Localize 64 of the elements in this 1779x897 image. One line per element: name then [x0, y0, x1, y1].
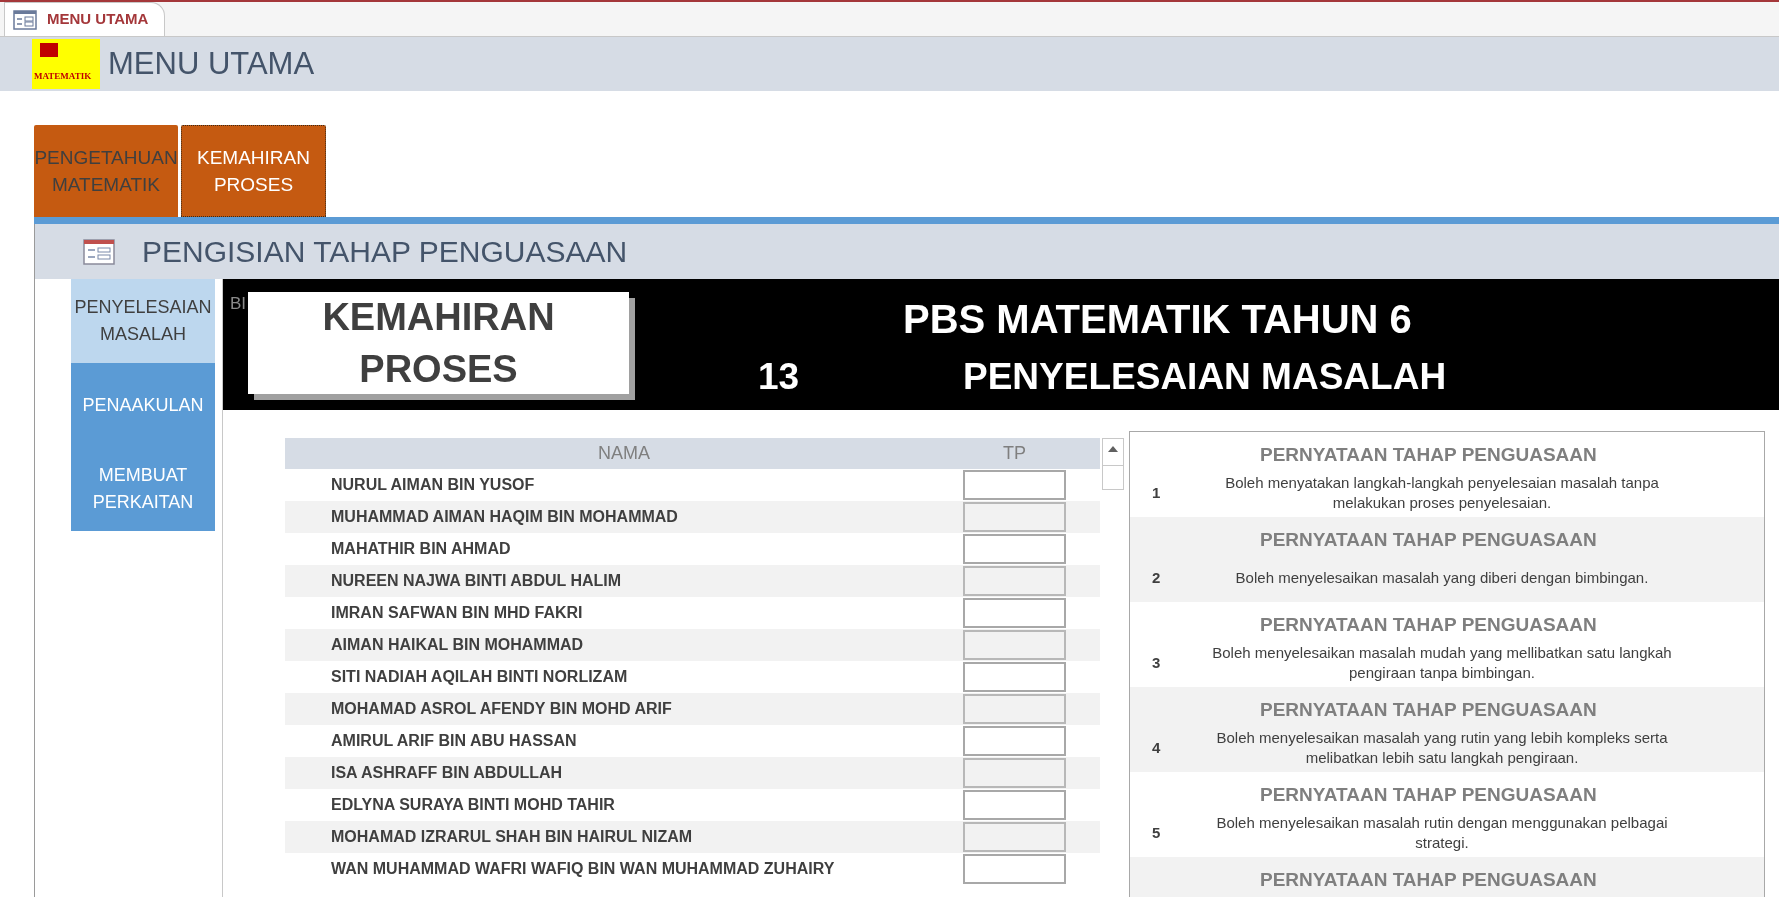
student-name: MUHAMMAD AIMAN HAQIM BIN MOHAMMAD — [331, 507, 679, 527]
statement-text: Boleh menyelesaikan masalah mudah yang mellibatkan satu langkah pengiraan tanpa bimbingan. — [1211, 643, 1673, 684]
statement-heading: PERNYATAAN TAHAP PENGUASAAN — [1260, 443, 1598, 467]
tp-input-field[interactable] — [963, 534, 1066, 564]
student-name: IMRAN SAFWAN BIN MHD FAKRI — [331, 603, 584, 623]
tp-input-field[interactable] — [963, 694, 1066, 724]
card-title: KEMAHIRAN PROSES — [321, 295, 556, 392]
student-name: EDLYNA SURAYA BINTI MOHD TAHIR — [331, 795, 616, 815]
level-number: 2 — [1152, 568, 1162, 588]
nav-tab[interactable]: PENGETAHUAN MATEMATIK — [34, 125, 178, 217]
tp-input-field[interactable] — [963, 790, 1066, 820]
tp-input-field[interactable] — [963, 662, 1066, 692]
document-tab[interactable]: MENU UTAMA — [4, 2, 166, 36]
statement-text: Boleh menyelesaikan masalah yang diberi dengan bimbingan. — [1234, 568, 1650, 589]
tp-input-field[interactable] — [963, 726, 1066, 756]
banner-title: PBS MATEMATIK TAHUN 6 — [903, 296, 1412, 343]
student-name: NURUL AIMAN BIN YUSOF — [331, 475, 536, 495]
banner-label: BI — [230, 293, 247, 315]
statement-heading: PERNYATAAN TAHAP PENGUASAAN — [1260, 783, 1598, 807]
student-name: AIMAN HAIKAL BIN MOHAMMAD — [331, 635, 585, 655]
statement-text: Boleh menyelesaikan masalah yang rutin yang lebih kompleks serta melibatkan lebih satu langkah pengiraan. — [1215, 728, 1669, 769]
statement-heading: PERNYATAAN TAHAP PENGUASAAN — [1260, 528, 1598, 552]
statement-text: Boleh menyelesaikan masalah rutin dengan menggunakan pelbagai strategi. — [1215, 813, 1669, 854]
statement-heading: PERNYATAAN TAHAP PENGUASAAN — [1260, 868, 1598, 892]
student-name: ISA ASHRAFF BIN ABDULLAH — [331, 763, 564, 783]
level-number: 4 — [1152, 738, 1162, 758]
student-name: MOHAMAD IZRARUL SHAH BIN HAIRUL NIZAM — [331, 827, 694, 847]
tp-input-field[interactable] — [963, 598, 1066, 628]
student-name: MOHAMAD ASROL AFENDY BIN MOHD ARIF — [331, 699, 673, 719]
level-number: 5 — [1152, 823, 1162, 843]
tp-input-field[interactable] — [963, 470, 1066, 500]
statement-text: Boleh menyatakan langkah-langkah penyelesaian masalah tanpa melakukan proses penyelesaian. — [1224, 473, 1660, 514]
banner-number: 13 — [758, 355, 800, 399]
form-icon — [83, 238, 115, 265]
tp-input-field[interactable] — [963, 854, 1066, 884]
sidebar-item[interactable]: PENAAKULAN — [71, 363, 215, 447]
sidebar-item[interactable]: MEMBUAT PERKAITAN — [71, 447, 215, 531]
tp-input-field[interactable] — [963, 630, 1066, 660]
banner-subtitle: PENYELESAIAN MASALAH — [963, 355, 1447, 399]
nav-tab[interactable]: KEMAHIRAN PROSES — [181, 125, 326, 217]
sidebar-item[interactable]: PENYELESAIAN MASALAH — [71, 279, 215, 363]
student-name: SITI NADIAH AQILAH BINTI NORLIZAM — [331, 667, 629, 687]
student-name: WAN MUHAMMAD WAFRI WAFIQ BIN WAN MUHAMMAD ZUHAIRY — [331, 859, 836, 879]
tp-input-field[interactable] — [963, 502, 1066, 532]
statement-heading: PERNYATAAN TAHAP PENGUASAAN — [1260, 613, 1598, 637]
scrollbar[interactable] — [1102, 438, 1124, 490]
statement-heading: PERNYATAAN TAHAP PENGUASAAN — [1260, 698, 1598, 722]
column-header: NAMA — [597, 442, 651, 465]
column-header: TP — [1002, 442, 1027, 465]
page-title: MENU UTAMA — [108, 44, 315, 83]
tp-input-field[interactable] — [963, 758, 1066, 788]
form-icon — [13, 9, 37, 30]
student-name: MAHATHIR BIN AHMAD — [331, 539, 512, 559]
tp-input-field[interactable] — [963, 822, 1066, 852]
student-name: AMIRUL ARIF BIN ABU HASSAN — [331, 731, 578, 751]
student-name: NUREEN NAJWA BINTI ABDUL HALIM — [331, 571, 623, 591]
tp-input-field[interactable] — [963, 566, 1066, 596]
scroll-up-icon[interactable] — [1108, 445, 1118, 452]
tab-title: MENU UTAMA — [47, 9, 150, 30]
section-title: PENGISIAN TAHAP PENGUASAAN — [142, 234, 628, 270]
level-number: 1 — [1152, 483, 1162, 503]
logo-text: MATEMATIK — [33, 69, 93, 83]
logo-mark — [40, 43, 58, 57]
level-number: 3 — [1152, 653, 1162, 673]
